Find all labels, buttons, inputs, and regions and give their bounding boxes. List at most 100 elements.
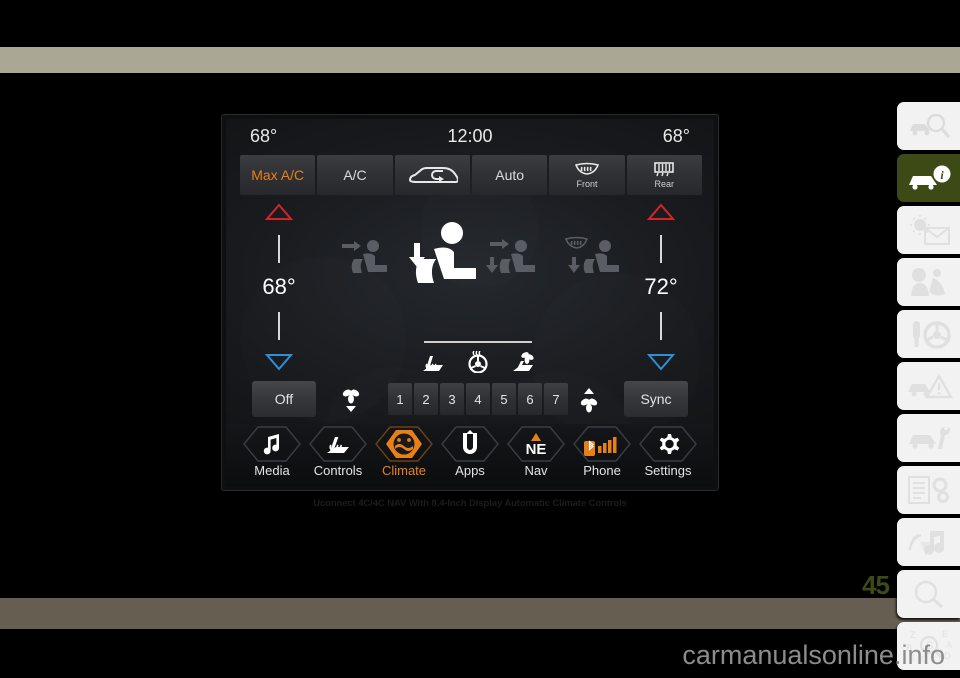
temp-down-arrow-icon[interactable] <box>265 353 293 371</box>
nav-item-settings[interactable]: Settings <box>635 426 701 484</box>
fan-decrease-icon <box>342 389 360 412</box>
fan-level-3-label: 3 <box>448 391 456 407</box>
driver-temperature-value: 68° <box>262 274 296 299</box>
fan-control-row: Off 1 2 3 4 5 6 7 Sync <box>226 381 714 423</box>
fan-level-4-label: 4 <box>474 391 482 407</box>
figure-caption: Uconnect 4C/4C NAV With 8.4-Inch Display… <box>313 498 627 509</box>
nav-label-climate: Climate <box>381 463 427 478</box>
bluetooth-signal-icon <box>584 437 617 456</box>
clock: 12:00 <box>447 125 493 146</box>
temp-up-arrow-icon[interactable] <box>265 203 293 221</box>
svg-text:Z: Z <box>910 630 916 640</box>
fan-level-1[interactable]: 1 <box>388 383 412 415</box>
sync-button[interactable]: Sync <box>624 381 688 417</box>
max-ac-button[interactable]: Max A/C <box>240 155 316 195</box>
airflow-bi-level-button[interactable] <box>482 233 542 290</box>
sidebar-item-emergency[interactable] <box>897 362 960 410</box>
ac-button[interactable]: A/C <box>317 155 393 195</box>
airflow-defrost-floor-icon <box>564 236 619 273</box>
nav-item-phone[interactable]: Phone <box>569 426 635 484</box>
temp-down-arrow-icon[interactable] <box>647 353 675 371</box>
temp-tick-upper <box>278 234 280 263</box>
fan-level-1-label: 1 <box>396 391 404 407</box>
section-tab-strip: i Z B I C T E A D S <box>897 102 960 670</box>
airflow-face-floor-icon <box>409 222 476 283</box>
manual-page: i Z B I C T E A D S 68° 12:00 68° Max A/… <box>0 0 960 678</box>
uconnect-screen: 68° 12:00 68° Max A/C A/C Auto Front Rea… <box>221 114 719 491</box>
fan-level-5[interactable]: 5 <box>492 383 516 415</box>
airflow-face-button[interactable] <box>338 233 394 288</box>
airflow-face-floor-button[interactable] <box>400 219 490 304</box>
safety-icon <box>910 268 945 296</box>
music-note-icon <box>263 434 279 455</box>
climate-off-button[interactable]: Off <box>252 381 316 417</box>
ventilated-seat-icon[interactable] <box>510 351 536 373</box>
airflow-defrost-floor-button[interactable] <box>562 233 626 290</box>
decorative-band-top <box>0 47 960 73</box>
svg-text:A: A <box>946 640 952 650</box>
nav-item-nav[interactable]: NE Nav <box>503 426 569 484</box>
technical-specifications-icon <box>907 476 949 504</box>
site-watermark: carmanualsonline.info <box>682 640 945 670</box>
vehicle-identification-icon <box>909 113 950 138</box>
sidebar-item-vehicle-info[interactable]: i <box>897 154 960 202</box>
temp-tick-lower <box>278 311 280 340</box>
fan-increase-icon <box>580 388 598 413</box>
vehicle-info-icon: i <box>908 165 950 190</box>
airflow-mode-selector <box>322 211 628 331</box>
comfort-icon-row <box>420 349 536 375</box>
front-defrost-button[interactable]: Front <box>549 155 625 195</box>
heated-seat-icon[interactable] <box>420 351 446 373</box>
sidebar-item-search[interactable] <box>897 570 960 618</box>
sync-label: Sync <box>640 391 672 407</box>
climate-mode-button-row: Max A/C A/C Auto Front Rear <box>240 155 702 195</box>
uconnect-u-icon <box>463 430 477 454</box>
rear-defrost-label: Rear <box>654 179 675 189</box>
sidebar-item-vehicle-identification[interactable] <box>897 102 960 150</box>
nav-item-climate[interactable]: Climate <box>371 426 437 484</box>
fan-decrease-button[interactable] <box>336 383 366 417</box>
fan-level-5-label: 5 <box>500 391 508 407</box>
servicing-maintenance-icon <box>908 427 950 449</box>
nav-item-controls[interactable]: Controls <box>305 426 371 484</box>
decorative-band-bottom <box>0 598 960 629</box>
fan-level-3[interactable]: 3 <box>440 383 464 415</box>
recirculation-button[interactable] <box>394 155 470 195</box>
fan-level-7[interactable]: 7 <box>544 383 568 415</box>
airflow-bi-level-icon <box>486 239 535 273</box>
svg-text:E: E <box>942 629 948 639</box>
auto-button[interactable]: Auto <box>471 155 548 195</box>
sidebar-item-starting-driving[interactable] <box>897 310 960 358</box>
nav-item-apps[interactable]: Apps <box>437 426 503 484</box>
heated-seat-icon <box>327 437 349 453</box>
sidebar-item-technical-specifications[interactable] <box>897 466 960 514</box>
comfort-divider <box>424 341 532 343</box>
getting-started-icon <box>909 215 950 245</box>
sidebar-item-servicing-maintenance[interactable] <box>897 414 960 462</box>
sidebar-item-multimedia[interactable] <box>897 518 960 566</box>
status-bar: 68° 12:00 68° <box>226 119 714 153</box>
sidebar-item-safety[interactable] <box>897 258 960 306</box>
nav-item-media[interactable]: Media <box>239 426 305 484</box>
temp-tick-upper <box>660 234 662 263</box>
fan-level-2[interactable]: 2 <box>414 383 438 415</box>
fan-increase-button[interactable] <box>574 383 604 417</box>
sidebar-item-getting-started[interactable] <box>897 206 960 254</box>
nav-label-media: Media <box>254 463 290 478</box>
recirculation-icon <box>409 167 459 183</box>
nav-compass-badge: NE <box>525 441 547 458</box>
heated-steering-wheel-icon[interactable] <box>466 351 490 373</box>
front-defrost-label: Front <box>576 179 598 189</box>
nav-label-apps: Apps <box>455 463 485 478</box>
nav-label-phone: Phone <box>583 463 621 478</box>
driver-temperature-control: 68° <box>242 203 316 371</box>
nav-label-controls: Controls <box>313 463 363 478</box>
passenger-temp-status: 68° <box>662 125 690 146</box>
fan-level-2-label: 2 <box>422 391 430 407</box>
fan-level-6[interactable]: 6 <box>518 383 542 415</box>
temp-up-arrow-icon[interactable] <box>647 203 675 221</box>
ac-label: A/C <box>343 167 367 183</box>
main-navigation-bar: Media Controls Climate Apps NE Nav Phone… <box>226 424 714 486</box>
fan-level-4[interactable]: 4 <box>466 383 490 415</box>
rear-defrost-button[interactable]: Rear <box>626 155 702 195</box>
